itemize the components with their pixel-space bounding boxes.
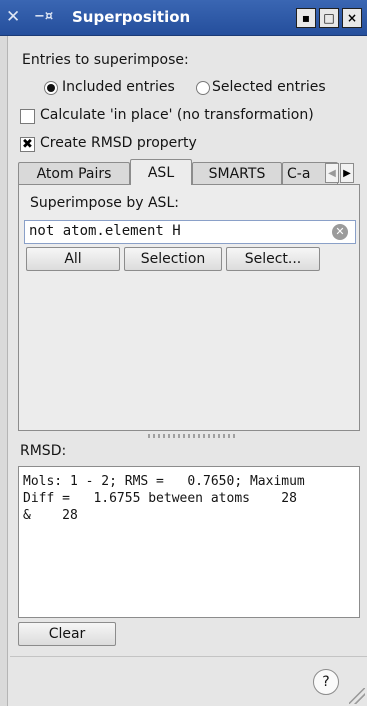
tab-smarts[interactable]: SMARTS — [192, 162, 282, 184]
window-title: Superposition — [72, 8, 191, 26]
window-frame-left — [0, 36, 8, 706]
close-button[interactable]: × — [342, 8, 362, 28]
minimize-button[interactable]: ▪ — [296, 8, 316, 28]
rmsd-label: RMSD: — [20, 443, 67, 459]
tab-scroll-left-icon[interactable]: ◀ — [325, 163, 339, 183]
maximize-button[interactable]: □ — [319, 8, 339, 28]
rmsd-property-label[interactable]: Create RMSD property — [40, 135, 197, 151]
pin-icon[interactable]: −¤ — [34, 9, 53, 24]
included-entries-radio[interactable] — [44, 81, 58, 95]
included-entries-label[interactable]: Included entries — [62, 79, 175, 95]
selected-entries-radio[interactable] — [196, 81, 210, 95]
asl-input[interactable]: not atom.element H — [24, 220, 356, 244]
title-bar[interactable]: ✕ −¤ Superposition ▪ □ × — [0, 0, 367, 36]
all-button[interactable]: All — [26, 247, 120, 271]
tab-asl[interactable]: ASL — [130, 159, 192, 185]
clear-button[interactable]: Clear — [18, 622, 116, 646]
resize-grip-icon[interactable] — [349, 688, 365, 704]
app-x-icon[interactable]: ✕ — [6, 7, 20, 27]
selected-entries-label[interactable]: Selected entries — [212, 79, 326, 95]
rmsd-output[interactable]: Mols: 1 - 2; RMS = 0.7650; Maximum Diff … — [18, 466, 360, 618]
rmsd-property-checkbox[interactable]: ✖ — [20, 137, 35, 152]
superimpose-asl-label: Superimpose by ASL: — [30, 195, 179, 211]
in-place-checkbox[interactable] — [20, 109, 35, 124]
footer-divider — [10, 656, 367, 657]
splitter-handle[interactable] — [148, 434, 238, 438]
in-place-label[interactable]: Calculate 'in place' (no transformation) — [40, 107, 314, 123]
selection-button[interactable]: Selection — [124, 247, 222, 271]
entries-label: Entries to superimpose: — [22, 52, 189, 68]
help-button[interactable]: ? — [313, 669, 339, 695]
clear-input-icon[interactable]: ✕ — [332, 224, 348, 240]
select-button[interactable]: Select... — [226, 247, 320, 271]
tab-scroll-right-icon[interactable]: ▶ — [340, 163, 354, 183]
tab-atom-pairs[interactable]: Atom Pairs — [18, 162, 130, 184]
